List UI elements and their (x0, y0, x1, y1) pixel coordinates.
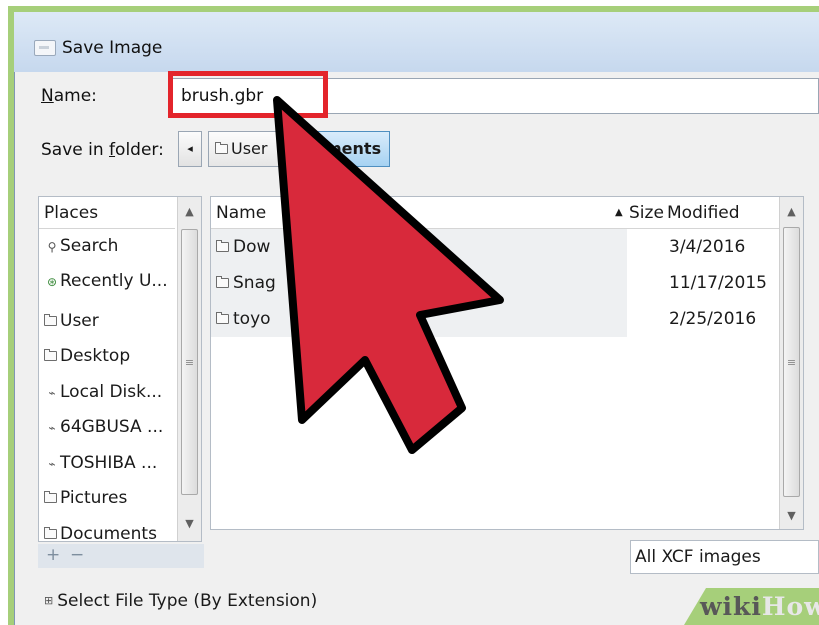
pointer-arrow-icon (273, 96, 504, 454)
wikihow-watermark: wikiHow (700, 592, 819, 621)
